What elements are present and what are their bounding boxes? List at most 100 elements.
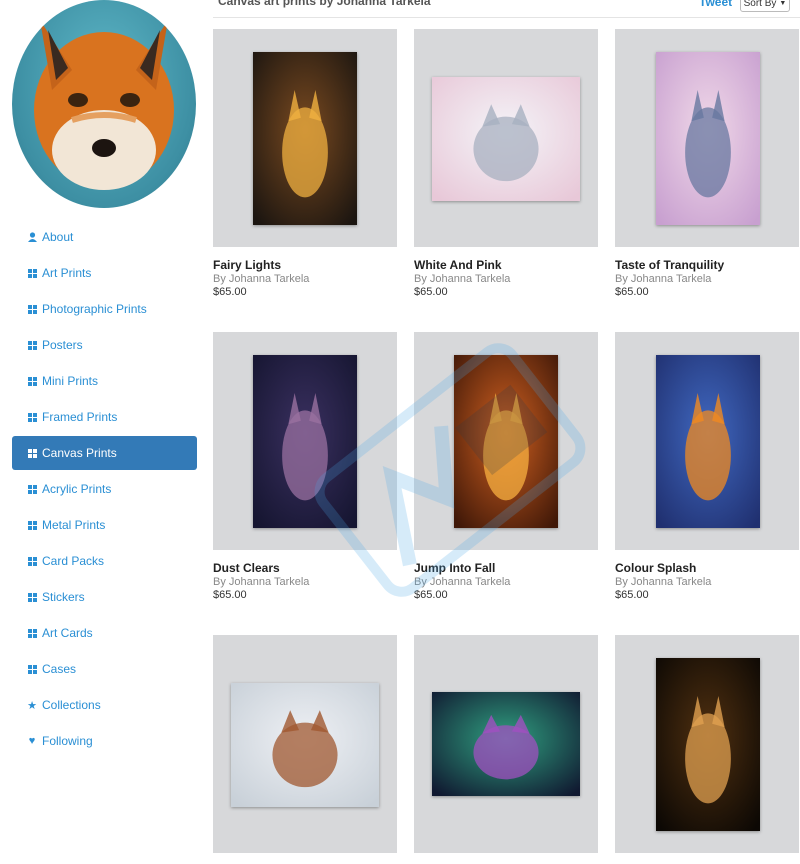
product-card[interactable]: Jump Into Fall By Johanna Tarkela $65.00 <box>414 332 598 601</box>
sidebar-item-art-cards[interactable]: Art Cards <box>12 616 197 650</box>
product-frame[interactable] <box>213 635 397 853</box>
product-image[interactable] <box>454 355 558 528</box>
sidebar-item-cases[interactable]: Cases <box>12 652 197 686</box>
product-image[interactable] <box>656 52 760 225</box>
sidebar-item-framed-prints[interactable]: Framed Prints <box>12 400 197 434</box>
product-card[interactable]: Colour Splash By Johanna Tarkela $65.00 <box>615 332 799 601</box>
product-price: $65.00 <box>414 286 448 298</box>
sidebar-item-label: Framed Prints <box>42 410 118 424</box>
grid-icon <box>26 483 38 495</box>
product-title[interactable]: Jump Into Fall <box>414 561 598 575</box>
artwork-icon <box>253 52 357 225</box>
product-artist[interactable]: By Johanna Tarkela <box>615 273 799 285</box>
product-price: $65.00 <box>615 286 649 298</box>
grid-icon <box>26 519 38 531</box>
product-artist[interactable]: By Johanna Tarkela <box>615 576 799 588</box>
page-title: Canvas art prints by Johanna Tarkela <box>218 0 431 8</box>
product-image[interactable] <box>231 683 379 807</box>
header-divider <box>213 17 800 18</box>
product-card[interactable]: Taste of Tranquility By Johanna Tarkela $6… <box>615 29 799 298</box>
artwork-icon <box>656 658 760 831</box>
product-frame[interactable] <box>213 332 397 550</box>
product-card[interactable] <box>414 635 598 864</box>
sort-by-dropdown[interactable]: Sort By ▼ <box>740 0 790 12</box>
product-artist[interactable]: By Johanna Tarkela <box>414 576 598 588</box>
product-price: $65.00 <box>615 589 649 601</box>
product-price: $65.00 <box>213 286 247 298</box>
product-frame[interactable] <box>414 332 598 550</box>
grid-icon <box>26 627 38 639</box>
product-card[interactable]: White And Pink By Johanna Tarkela $65.00 <box>414 29 598 298</box>
product-title[interactable]: White And Pink <box>414 258 598 272</box>
star-icon: ★ <box>27 699 37 712</box>
product-frame[interactable] <box>615 635 799 853</box>
product-title[interactable]: Dust Clears <box>213 561 397 575</box>
product-frame[interactable] <box>414 635 598 853</box>
sidebar-nav: About Art Prints Photographic Prints Poster… <box>12 220 197 760</box>
sidebar-item-label: Posters <box>42 338 83 352</box>
sidebar-item-label: Metal Prints <box>42 518 106 532</box>
sidebar-item-card-packs[interactable]: Card Packs <box>12 544 197 578</box>
sidebar-item-art-prints[interactable]: Art Prints <box>12 256 197 290</box>
sidebar-item-stickers[interactable]: Stickers <box>12 580 197 614</box>
grid-icon <box>26 447 38 459</box>
artwork-icon <box>656 355 760 528</box>
product-image[interactable] <box>253 355 357 528</box>
fox-portrait-icon <box>34 20 174 190</box>
grid-icon <box>26 411 38 423</box>
product-title[interactable]: Taste of Tranquility <box>615 258 799 272</box>
heart-icon: ♥ <box>28 735 36 747</box>
sidebar-item-mini-prints[interactable]: Mini Prints <box>12 364 197 398</box>
product-artist[interactable]: By Johanna Tarkela <box>213 576 397 588</box>
product-price: $65.00 <box>414 589 448 601</box>
sidebar-item-canvas-prints[interactable]: Canvas Prints <box>12 436 197 470</box>
artwork-icon <box>231 683 379 807</box>
sidebar-item-label: Following <box>42 734 93 748</box>
product-artist[interactable]: By Johanna Tarkela <box>414 273 598 285</box>
product-title[interactable]: Colour Splash <box>615 561 799 575</box>
artwork-icon <box>253 355 357 528</box>
grid-icon <box>26 303 38 315</box>
product-image[interactable] <box>656 355 760 528</box>
product-frame[interactable] <box>414 29 598 247</box>
sort-by-label: Sort By <box>743 0 777 9</box>
product-card[interactable] <box>213 635 397 864</box>
sidebar-item-label: Acrylic Prints <box>42 482 112 496</box>
product-frame[interactable] <box>615 332 799 550</box>
sidebar-item-following[interactable]: ♥ Following <box>12 724 197 758</box>
sidebar-item-collections[interactable]: ★ Collections <box>12 688 197 722</box>
sidebar-item-label: Art Prints <box>42 266 92 280</box>
product-frame[interactable] <box>213 29 397 247</box>
grid-icon <box>26 591 38 603</box>
product-card[interactable]: Dust Clears By Johanna Tarkela $65.00 <box>213 332 397 601</box>
chevron-down-icon: ▼ <box>779 0 787 7</box>
artwork-icon <box>454 355 558 528</box>
product-image[interactable] <box>253 52 357 225</box>
sidebar-item-metal-prints[interactable]: Metal Prints <box>12 508 197 542</box>
product-image[interactable] <box>432 77 580 201</box>
grid-icon <box>26 267 38 279</box>
sidebar-item-label: About <box>42 230 74 244</box>
sidebar-item-label: Canvas Prints <box>42 446 117 460</box>
product-card[interactable]: Fairy Lights By Johanna Tarkela $65.00 <box>213 29 397 298</box>
product-card[interactable] <box>615 635 799 864</box>
grid-icon <box>26 555 38 567</box>
product-image[interactable] <box>656 658 760 831</box>
sidebar-item-label: Collections <box>42 698 101 712</box>
sidebar-item-photographic-prints[interactable]: Photographic Prints <box>12 292 197 326</box>
product-title[interactable]: Fairy Lights <box>213 258 397 272</box>
sidebar-item-label: Art Cards <box>42 626 93 640</box>
sidebar-item-about[interactable]: About <box>12 220 197 254</box>
profile-avatar[interactable] <box>12 0 196 208</box>
sidebar-item-acrylic-prints[interactable]: Acrylic Prints <box>12 472 197 506</box>
tweet-link[interactable]: Tweet <box>699 0 732 9</box>
product-artist[interactable]: By Johanna Tarkela <box>213 273 397 285</box>
user-icon <box>26 231 38 243</box>
grid-icon <box>26 339 38 351</box>
sidebar-item-posters[interactable]: Posters <box>12 328 197 362</box>
product-frame[interactable] <box>615 29 799 247</box>
sidebar-item-label: Cases <box>42 662 77 676</box>
sidebar-item-label: Photographic Prints <box>42 302 147 316</box>
product-image[interactable] <box>432 692 580 796</box>
product-price: $65.00 <box>213 589 247 601</box>
